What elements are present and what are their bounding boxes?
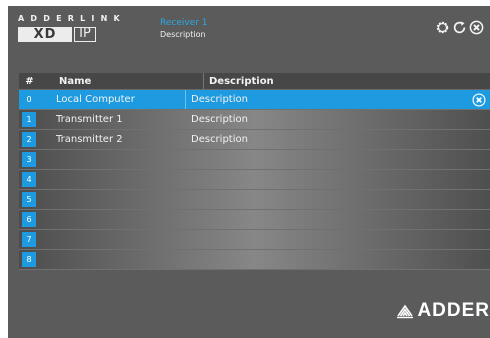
row-name bbox=[40, 150, 186, 169]
row-number: 4 bbox=[22, 172, 36, 187]
table-row[interactable]: 0 Local Computer Description bbox=[19, 90, 490, 110]
transmitter-table: # Name Description 0 Local Computer Desc… bbox=[19, 73, 490, 270]
table-row[interactable]: 2 Transmitter 2 Description bbox=[19, 130, 490, 150]
row-description-cell: Description bbox=[186, 90, 490, 109]
row-close-icon[interactable] bbox=[472, 93, 486, 107]
row-name: Transmitter 1 bbox=[40, 110, 186, 129]
row-name: Local Computer bbox=[40, 90, 186, 109]
row-name bbox=[40, 190, 186, 209]
row-description bbox=[186, 190, 490, 209]
toolbar-icons bbox=[435, 20, 484, 35]
row-name bbox=[40, 210, 186, 229]
row-name bbox=[40, 230, 186, 249]
row-description bbox=[186, 210, 490, 229]
brand-line: ADDERLINK bbox=[18, 14, 126, 23]
row-name bbox=[40, 170, 186, 189]
column-header-name[interactable]: Name bbox=[40, 73, 204, 89]
adderlink-logo: ADDERLINK XD IP bbox=[18, 14, 126, 42]
product-mark: XD IP bbox=[18, 27, 126, 42]
receiver-description: Description bbox=[160, 30, 206, 39]
row-number: 6 bbox=[22, 212, 36, 227]
table-row[interactable]: 6 bbox=[19, 210, 490, 230]
row-number: 0 bbox=[26, 95, 32, 104]
row-number: 2 bbox=[22, 132, 36, 147]
close-icon[interactable] bbox=[469, 20, 484, 35]
gear-icon[interactable] bbox=[435, 20, 450, 35]
row-description bbox=[186, 150, 490, 169]
table-header: # Name Description bbox=[19, 73, 490, 90]
adder-logo: ADDER bbox=[396, 300, 490, 322]
table-row[interactable]: 7 bbox=[19, 230, 490, 250]
row-number: 5 bbox=[22, 192, 36, 207]
row-number: 3 bbox=[22, 152, 36, 167]
row-number: 8 bbox=[22, 252, 36, 267]
column-header-num: # bbox=[25, 76, 34, 87]
adder-wordmark: ADDER bbox=[417, 300, 490, 321]
table-row[interactable]: 4 bbox=[19, 170, 490, 190]
row-description: Description bbox=[191, 94, 248, 105]
table-row[interactable]: 8 bbox=[19, 250, 490, 270]
table-row[interactable]: 5 bbox=[19, 190, 490, 210]
product-ip: IP bbox=[74, 27, 96, 42]
table-row[interactable]: 3 bbox=[19, 150, 490, 170]
product-xd: XD bbox=[18, 27, 72, 42]
row-description bbox=[186, 250, 490, 269]
row-name: Transmitter 2 bbox=[40, 130, 186, 149]
row-number: 7 bbox=[22, 232, 36, 247]
column-header-description[interactable]: Description bbox=[204, 73, 490, 89]
row-description: Description bbox=[191, 114, 248, 125]
table-row[interactable]: 1 Transmitter 1 Description bbox=[19, 110, 490, 130]
receiver-title: Receiver 1 bbox=[160, 18, 208, 28]
receiver-screen: ADDERLINK XD IP Receiver 1 Description #… bbox=[8, 6, 490, 338]
row-description bbox=[186, 170, 490, 189]
row-description bbox=[186, 230, 490, 249]
row-number: 1 bbox=[22, 112, 36, 127]
adder-mark-icon bbox=[396, 303, 414, 319]
row-description: Description bbox=[191, 134, 248, 145]
refresh-icon[interactable] bbox=[452, 20, 467, 35]
row-name bbox=[40, 250, 186, 269]
